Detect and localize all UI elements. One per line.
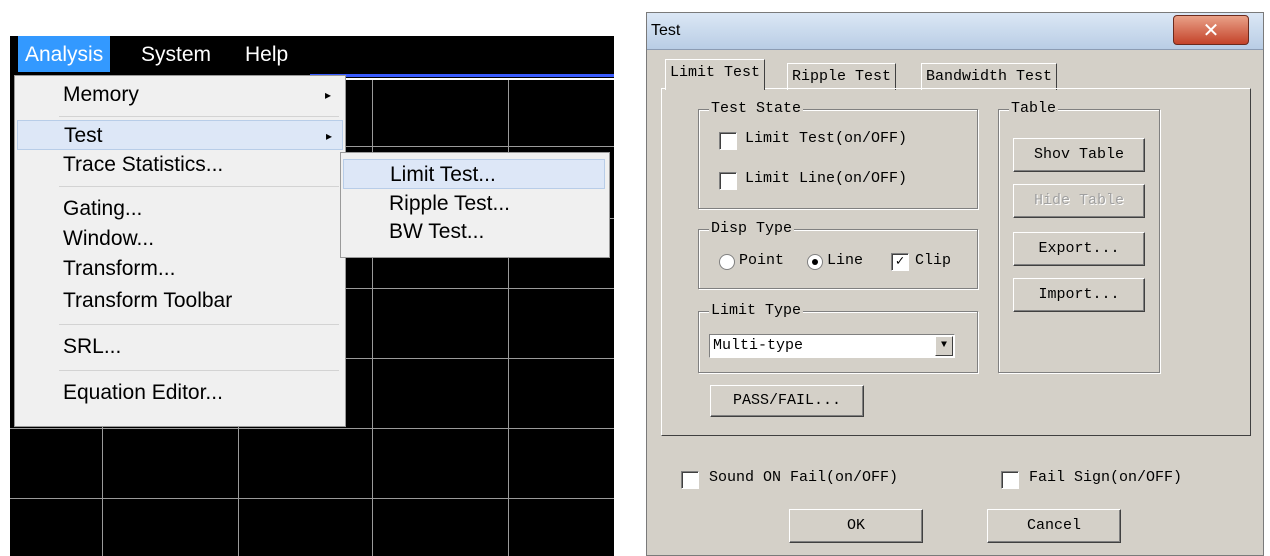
limit-test-checkbox[interactable] <box>719 132 737 150</box>
close-icon: ✕ <box>1202 18 1220 42</box>
menu-separator <box>59 186 339 187</box>
group-title: Table <box>1009 100 1059 117</box>
menu-item-label: Equation Editor... <box>63 381 223 404</box>
menu-item-label: Window... <box>63 227 155 250</box>
menu-help[interactable]: Help <box>238 36 295 72</box>
point-radio[interactable] <box>719 254 735 270</box>
menu-separator <box>59 370 339 371</box>
pass-fail-button[interactable]: PASS/FAIL... <box>710 385 864 417</box>
menu-item-label: Transform Toolbar <box>63 289 233 312</box>
check-icon: ✓ <box>895 254 905 270</box>
clip-checkbox[interactable]: ✓ <box>891 253 909 271</box>
clip-label: Clip <box>915 252 952 269</box>
menu-item-label: Memory <box>63 83 139 106</box>
table-group: Table Shov Table Hide Table Export... Im… <box>998 100 1160 373</box>
cancel-button[interactable]: Cancel <box>987 509 1121 543</box>
grid-line <box>10 428 614 429</box>
line-label: Line <box>827 252 864 269</box>
menu-item-label: Trace Statistics... <box>63 153 224 176</box>
limit-type-select[interactable]: Multi-type ▼ <box>709 334 955 358</box>
export-button[interactable]: Export... <box>1013 232 1145 266</box>
group-title: Test State <box>709 100 804 117</box>
submenu-item-limit-test[interactable]: Limit Test... <box>343 159 605 189</box>
menu-item-label: BW Test... <box>389 220 485 243</box>
submenu-item-bw-test[interactable]: BW Test... <box>341 217 609 247</box>
menu-system[interactable]: System <box>134 36 218 72</box>
menu-item-label: Gating... <box>63 197 143 220</box>
test-state-group: Test State Limit Test(on/OFF) Limit Line… <box>698 100 978 209</box>
disp-type-group: Disp Type Point Line ✓ Clip <box>698 220 978 289</box>
limit-type-value: Multi-type <box>713 337 804 354</box>
limit-type-group: Limit Type Multi-type ▼ <box>698 302 978 373</box>
test-submenu: Limit Test... Ripple Test... BW Test... <box>340 152 610 258</box>
show-table-button[interactable]: Shov Table <box>1013 138 1145 172</box>
group-title: Disp Type <box>709 220 795 237</box>
menu-item-equation-editor[interactable]: Equation Editor... <box>15 378 345 408</box>
point-label: Point <box>739 252 785 269</box>
grid-line <box>346 146 614 147</box>
grid-top-line <box>340 78 614 80</box>
menu-item-gating[interactable]: Gating... <box>15 194 345 224</box>
trace-line <box>310 74 614 77</box>
menu-item-label: Test <box>64 124 103 147</box>
menu-item-transform[interactable]: Transform... <box>15 254 345 284</box>
grid-line <box>346 358 614 359</box>
tab-ripple-test[interactable]: Ripple Test <box>787 63 897 90</box>
dialog-title: Test <box>651 22 681 39</box>
sound-on-fail-label: Sound ON Fail(on/OFF) <box>709 469 899 486</box>
dropdown-arrow-icon[interactable]: ▼ <box>935 336 953 356</box>
limit-line-checkbox[interactable] <box>719 172 737 190</box>
menubar: Analysis System Help <box>10 36 614 76</box>
menu-item-label: Transform... <box>63 257 176 280</box>
limit-test-label: Limit Test(on/OFF) <box>745 130 908 147</box>
grid-line <box>346 288 614 289</box>
hide-table-button[interactable]: Hide Table <box>1013 184 1145 218</box>
grid-line <box>238 426 239 556</box>
menu-item-srl[interactable]: SRL... <box>15 332 345 362</box>
menu-item-label: SRL... <box>63 335 122 358</box>
sound-on-fail-checkbox[interactable] <box>681 471 699 489</box>
menu-item-transform-toolbar[interactable]: Transform Toolbar <box>15 286 345 316</box>
submenu-arrow-icon: ▸ <box>326 129 333 143</box>
menu-item-label: Ripple Test... <box>389 192 511 215</box>
close-button[interactable]: ✕ <box>1173 15 1249 45</box>
menu-item-test[interactable]: Test ▸ <box>17 120 343 150</box>
menu-item-window[interactable]: Window... <box>15 224 345 254</box>
fail-sign-checkbox[interactable] <box>1001 471 1019 489</box>
analysis-menu: Memory ▸ Test ▸ Trace Statistics... Gati… <box>14 75 346 427</box>
menu-item-trace-statistics[interactable]: Trace Statistics... <box>15 150 345 180</box>
limit-test-panel: Test State Limit Test(on/OFF) Limit Line… <box>661 88 1251 436</box>
import-button[interactable]: Import... <box>1013 278 1145 312</box>
menu-separator <box>59 324 339 325</box>
limit-line-label: Limit Line(on/OFF) <box>745 170 908 187</box>
tab-bandwidth-test[interactable]: Bandwidth Test <box>921 63 1058 90</box>
grid-line <box>10 498 614 499</box>
menu-item-label: Limit Test... <box>390 163 496 186</box>
submenu-arrow-icon: ▸ <box>325 88 332 102</box>
menu-analysis[interactable]: Analysis <box>18 36 111 72</box>
group-title: Limit Type <box>709 302 804 319</box>
analyzer-window: Analysis System Help Memory ▸ Test ▸ Tra… <box>10 36 614 556</box>
line-radio[interactable] <box>807 254 823 270</box>
tab-limit-test[interactable]: Limit Test <box>665 59 766 90</box>
fail-sign-label: Fail Sign(on/OFF) <box>1029 469 1183 486</box>
menu-item-memory[interactable]: Memory ▸ <box>15 80 345 110</box>
title-bar: Test ✕ <box>647 13 1263 50</box>
submenu-item-ripple-test[interactable]: Ripple Test... <box>341 189 609 219</box>
ok-button[interactable]: OK <box>789 509 923 543</box>
grid-line <box>102 426 103 556</box>
test-dialog: Test ✕ Limit Test Ripple Test Bandwidth … <box>646 12 1264 556</box>
menu-separator <box>59 116 339 117</box>
